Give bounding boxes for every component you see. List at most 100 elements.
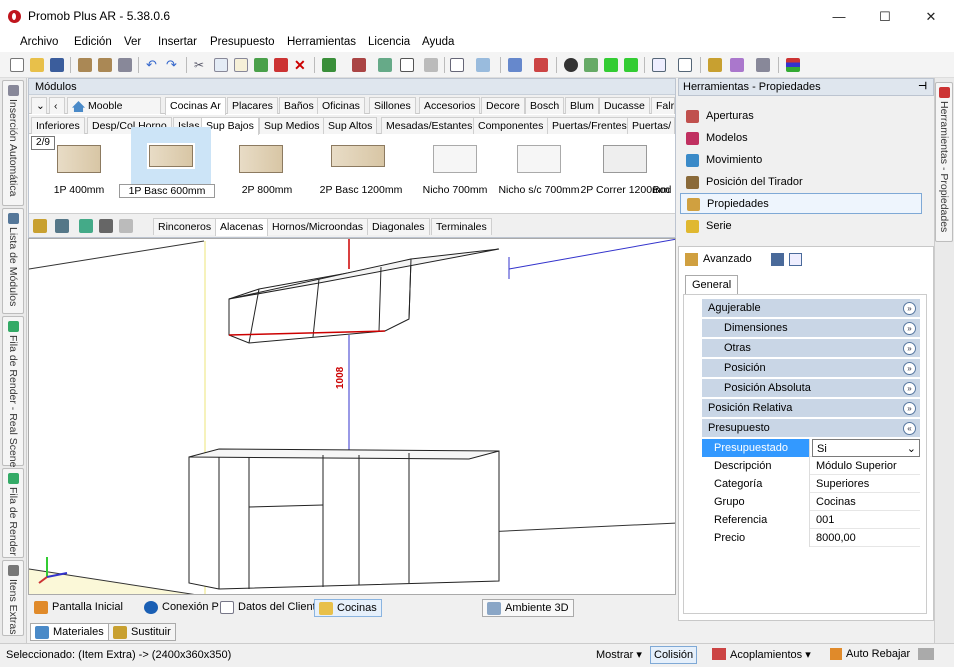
maximize-button[interactable]: ☐ [862, 4, 908, 30]
view-icon[interactable] [508, 58, 522, 72]
window-icon[interactable] [652, 58, 666, 72]
light-icon[interactable] [730, 58, 744, 72]
chevron-down-icon[interactable]: ⌄ [31, 97, 47, 114]
tab-puertas[interactable]: Puertas/ [627, 117, 675, 134]
item-aperturas[interactable]: Aperturas [680, 106, 922, 127]
cat-dimensiones[interactable]: Dimensiones» [702, 319, 920, 338]
tab-alacenas[interactable]: Alacenas [215, 218, 269, 236]
tab-materiales[interactable]: Materiales [30, 623, 109, 641]
item-modelos[interactable]: Modelos [680, 128, 922, 149]
tab-sustituir[interactable]: Sustituir [108, 623, 176, 641]
prop-referencia[interactable]: Referencia 001 [702, 511, 920, 529]
tools-icon[interactable] [918, 648, 934, 660]
tab-inferiores[interactable]: Inferiores [31, 117, 85, 134]
module-nicho-sc-700mm[interactable]: Nicho s/c 700mm [489, 137, 589, 207]
tab-itens-extras[interactable]: Itens Extras [2, 560, 24, 636]
library-icon[interactable] [78, 58, 92, 72]
tab-lista-de-modulos[interactable]: Lista de Módulos [2, 208, 24, 314]
tab-placares[interactable]: Placares [227, 97, 278, 114]
module-2p-800mm[interactable]: 2P 800mm [217, 137, 317, 207]
tab-sup-altos[interactable]: Sup Altos [323, 117, 378, 134]
arrow-left-icon[interactable] [604, 58, 618, 72]
minimize-button[interactable]: — [816, 4, 862, 30]
tab-insercion-automatica[interactable]: Inserción Automática [2, 80, 24, 206]
tab-islas[interactable]: Islas [173, 117, 205, 134]
colision-toggle[interactable]: Colisión [650, 646, 698, 664]
binoculars-icon[interactable] [99, 219, 113, 233]
redo-icon[interactable]: ↷ [166, 58, 180, 72]
layout-icon[interactable] [378, 58, 392, 72]
pin-icon[interactable] [274, 58, 288, 72]
paint-tool-icon[interactable] [33, 219, 47, 233]
item-serie[interactable]: Serie [680, 216, 922, 237]
organize-icon[interactable] [119, 219, 133, 233]
prop-descripcion[interactable]: Descripción Módulo Superior [702, 457, 920, 475]
tab-blum[interactable]: Blum [565, 97, 599, 114]
menu-licencia[interactable]: Licencia [368, 36, 410, 48]
tab-sup-medios[interactable]: Sup Medios [259, 117, 325, 134]
prop-precio[interactable]: Precio 8000,00 [702, 529, 920, 547]
menu-archivo[interactable]: Archivo [20, 36, 58, 48]
render-icon[interactable] [352, 58, 366, 72]
presupuestado-select[interactable]: Si ⌄ [812, 439, 920, 457]
walk-icon[interactable] [584, 58, 598, 72]
cat-posicion-absoluta[interactable]: Posición Absoluta» [702, 379, 920, 398]
pin-panel-icon[interactable]: ⊣ [918, 81, 927, 92]
eye-icon[interactable] [564, 58, 578, 72]
copy-icon[interactable] [214, 58, 228, 72]
module-bod[interactable]: Bod [649, 137, 675, 207]
close-button[interactable]: ✕ [908, 4, 954, 30]
3d-viewport[interactable]: 1008 [28, 238, 676, 595]
mode-avanzado[interactable]: Avanzado [685, 253, 752, 266]
prop-grupo[interactable]: Grupo Cocinas [702, 493, 920, 511]
mostrar-button[interactable]: Mostrar ▾ [596, 648, 642, 661]
paste-icon[interactable] [234, 58, 248, 72]
tab-fila-render-real-scene[interactable]: Fila de Render - Real Scene [2, 316, 24, 468]
prop-categoria[interactable]: Categoría Superiores [702, 475, 920, 493]
tab-componentes[interactable]: Componentes [473, 117, 549, 134]
auto-rebajar-button[interactable]: Auto Rebajar [830, 648, 910, 660]
menu-ver[interactable]: Ver [124, 36, 141, 48]
categorized-view-icon[interactable] [771, 253, 784, 266]
module-1p-400mm[interactable]: 1P 400mm [29, 137, 129, 207]
cocinas-button[interactable]: Cocinas [314, 599, 382, 617]
item-propiedades[interactable]: Propiedades [680, 193, 922, 214]
print-icon[interactable] [118, 58, 132, 72]
module-1p-basc-600mm[interactable]: 1P Basc 600mm [115, 127, 215, 207]
tab-bosch[interactable]: Bosch [525, 97, 565, 114]
cursor-icon[interactable] [450, 58, 464, 72]
tab-banos[interactable]: Baños [279, 97, 319, 114]
menu-edicion[interactable]: Edición [74, 36, 112, 48]
paint-icon[interactable] [708, 58, 722, 72]
conexion-button[interactable]: Conexión P [140, 599, 223, 617]
cut-icon[interactable]: ✂ [194, 58, 208, 72]
format-icon[interactable] [254, 58, 268, 72]
ambiente-3d-button[interactable]: Ambiente 3D [482, 599, 574, 617]
tab-rinconeros[interactable]: Rinconeros [153, 218, 217, 235]
tab-diagonales[interactable]: Diagonales [367, 218, 430, 235]
tab-general[interactable]: General [685, 275, 739, 295]
box-icon[interactable] [678, 58, 692, 72]
tab-sup-bajos[interactable]: Sup Bajos [201, 117, 259, 135]
menu-ayuda[interactable]: Ayuda [422, 36, 454, 48]
tab-accesorios[interactable]: Accesorios [419, 97, 481, 114]
library-selector[interactable]: Mooble [67, 97, 161, 114]
insert-tool-icon[interactable] [79, 219, 93, 233]
cat-presupuesto[interactable]: Presupuesto « [702, 419, 920, 438]
color-icon[interactable] [534, 58, 548, 72]
menu-presupuesto[interactable]: Presupuesto [210, 36, 275, 48]
tab-terminales[interactable]: Terminales [431, 218, 492, 235]
tab-cocinas-ar[interactable]: Cocinas Ar [165, 97, 226, 115]
tab-puertas-frentes[interactable]: Puertas/Frentes [547, 117, 632, 134]
tab-herramientas-propiedades[interactable]: Herramientas - Propiedades [935, 82, 953, 242]
delete-icon[interactable]: ✕ [294, 58, 308, 72]
grid-icon[interactable] [424, 58, 438, 72]
new-file-icon[interactable] [10, 58, 24, 72]
save-icon[interactable] [50, 58, 64, 72]
measure-icon[interactable] [476, 58, 490, 72]
datos-cliente-button[interactable]: Datos del Cliente [216, 599, 326, 617]
price-icon[interactable] [322, 58, 336, 72]
module-2p-basc-1200mm[interactable]: 2P Basc 1200mm [311, 137, 411, 207]
chevron-left-icon[interactable]: ‹ [49, 97, 65, 114]
tab-fila-render[interactable]: Fila de Render [2, 468, 24, 558]
